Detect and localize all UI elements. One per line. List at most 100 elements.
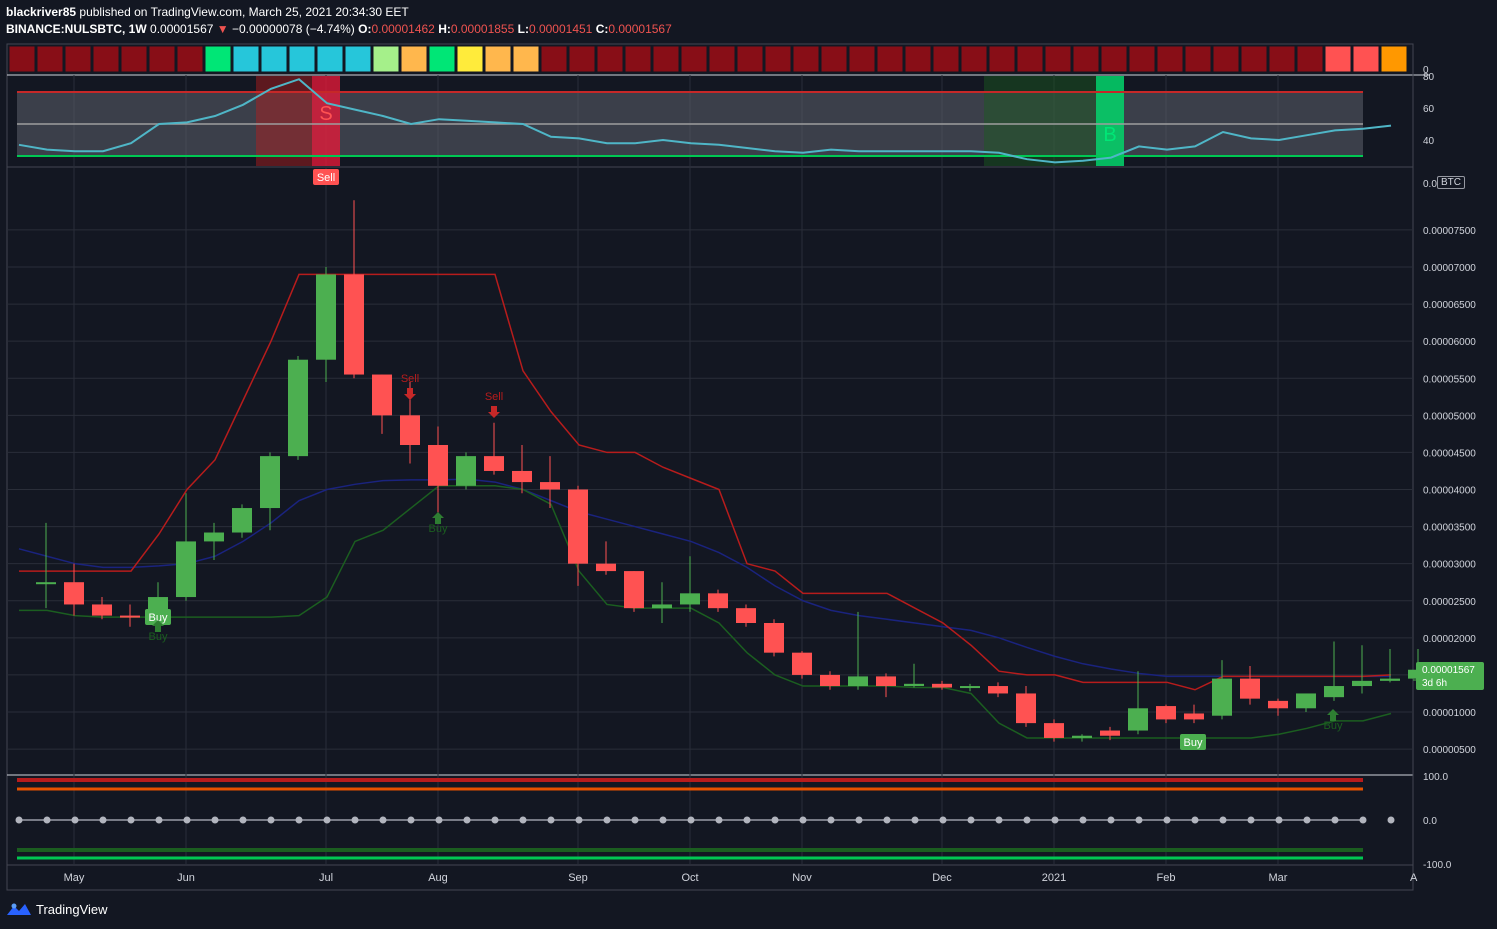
header-ohlc-line: BINANCE:NULSBTC, 1W 0.00001567 ▼ −0.0000… — [6, 22, 672, 36]
close-label: C: — [595, 22, 609, 36]
bottom-tick-label: 0.0 — [1423, 816, 1437, 827]
y-tick-label: 0.00007500 — [1423, 226, 1476, 237]
candle-body — [232, 508, 252, 533]
bottom-dot — [407, 816, 415, 824]
sell-arrow-icon — [488, 406, 500, 418]
candle-body — [176, 541, 196, 598]
x-tick-label: A — [1410, 872, 1418, 884]
high-value: 0.00001855 — [450, 22, 515, 36]
candle-body — [204, 532, 224, 542]
heat-cell — [848, 45, 876, 73]
y-tick-label: 0.00003000 — [1423, 560, 1476, 571]
bottom-dot — [883, 816, 891, 824]
tradingview-logo-icon — [7, 903, 31, 915]
heat-cell — [176, 45, 204, 73]
heat-cell — [232, 45, 260, 73]
bottom-dot — [183, 816, 191, 824]
plot-frame — [6, 43, 1414, 891]
bottom-dot — [351, 816, 359, 824]
bottom-dot — [1303, 816, 1311, 824]
heat-cell — [344, 45, 372, 73]
author-name[interactable]: blackriver85 — [6, 5, 76, 19]
x-tick-label: Sep — [568, 872, 588, 884]
bottom-dot — [911, 816, 919, 824]
heat-cell — [932, 45, 960, 73]
bottom-tick-label: -100.0 — [1423, 860, 1452, 871]
candle-body — [372, 374, 392, 416]
bottom-dot — [71, 816, 79, 824]
heat-cell — [792, 45, 820, 73]
bottom-dot — [463, 816, 471, 824]
trend-line-blue — [18, 478, 1391, 678]
candle-body — [708, 593, 728, 609]
heat-cell — [1352, 45, 1380, 73]
bottom-dot — [631, 816, 639, 824]
bottom-dot — [519, 816, 527, 824]
candle-body — [736, 608, 756, 623]
x-tick-label: Feb — [1157, 872, 1176, 884]
buy-zone-highlight — [1096, 76, 1124, 166]
heat-cell — [64, 45, 92, 73]
candle-body — [1184, 713, 1204, 720]
chart-canvas[interactable]: May Jun Jul Aug Sep Oct Nov Dec 2021 Feb Mar ASB806… — [0, 0, 1497, 929]
heat-cell — [1324, 45, 1352, 73]
heat-cell — [92, 45, 120, 73]
last-price: 0.00001567 — [150, 22, 214, 36]
bottom-dot — [15, 816, 23, 824]
heat-cell — [624, 45, 652, 73]
candle-body — [316, 274, 336, 360]
heat-cell — [540, 45, 568, 73]
footer-brand[interactable]: TradingView — [6, 901, 108, 917]
bottom-dot — [1219, 816, 1227, 824]
bottom-dot — [715, 816, 723, 824]
oscillator-tick-label: 0 — [1423, 65, 1429, 76]
bar-countdown: 3d 6h — [1422, 678, 1448, 689]
heat-cell — [1016, 45, 1044, 73]
x-tick-label: May — [64, 872, 85, 884]
low-label: L: — [517, 22, 529, 36]
bottom-dot — [1135, 816, 1143, 824]
y-tick-label: 0.00006000 — [1423, 337, 1476, 348]
high-label: H: — [438, 22, 451, 36]
candle-body — [1156, 706, 1176, 720]
candle-body — [904, 683, 924, 687]
x-tick-label: Nov — [792, 872, 812, 884]
symbol-label[interactable]: BINANCE:NULSBTC, 1W — [6, 22, 147, 36]
heat-cell — [1268, 45, 1296, 73]
candle-body — [288, 359, 308, 457]
candle-body — [92, 604, 112, 616]
bottom-dot — [659, 816, 667, 824]
bottom-dot — [43, 816, 51, 824]
sell-arrow-icon — [404, 388, 416, 400]
open-value: 0.00001462 — [371, 22, 435, 36]
candle-body — [36, 582, 56, 585]
x-tick-label: 2021 — [1042, 872, 1066, 884]
oscillator-tick-label: 60 — [1423, 104, 1435, 115]
y-tick-label: 0.00005000 — [1423, 411, 1476, 422]
heat-cell — [1128, 45, 1156, 73]
heat-cell — [764, 45, 792, 73]
bottom-dot — [771, 816, 779, 824]
y-tick-label: 0.00004500 — [1423, 448, 1476, 459]
heat-cell — [512, 45, 540, 73]
candle-body — [456, 456, 476, 486]
heat-cell — [36, 45, 64, 73]
candle-body — [512, 470, 532, 483]
bottom-dot — [435, 816, 443, 824]
bottom-dot — [323, 816, 331, 824]
y-tick-label: 0.0 — [1423, 179, 1437, 190]
candle-body — [1212, 678, 1232, 716]
oscillator-buy-letter: B — [1103, 124, 1116, 146]
candle-body — [484, 456, 504, 471]
bottom-dot — [267, 816, 275, 824]
candle-body — [988, 686, 1008, 694]
low-value: 0.00001451 — [528, 22, 593, 36]
candle-body — [428, 445, 448, 486]
candle-body — [1352, 680, 1372, 687]
bottom-dot — [127, 816, 135, 824]
candle-body — [1016, 693, 1036, 724]
y-tick-label: 0.00005500 — [1423, 374, 1476, 385]
candle-body — [1324, 686, 1344, 698]
candle-body — [792, 652, 812, 675]
candle-body — [344, 274, 364, 375]
